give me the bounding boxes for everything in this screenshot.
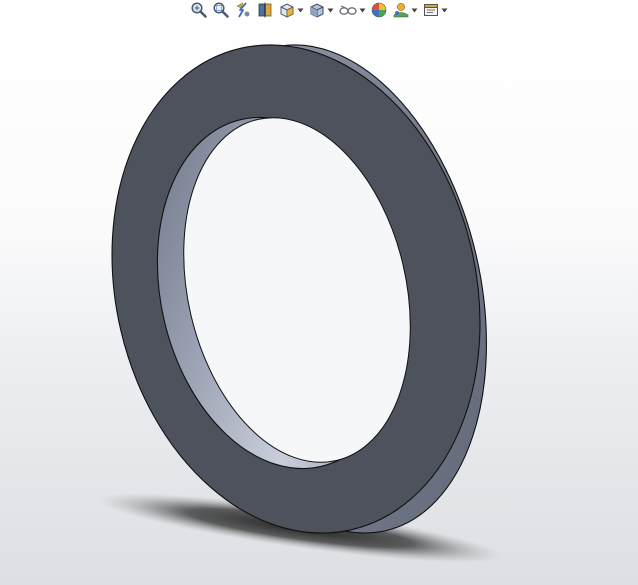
graphics-area[interactable]	[0, 0, 638, 585]
washer-model[interactable]	[0, 0, 638, 585]
